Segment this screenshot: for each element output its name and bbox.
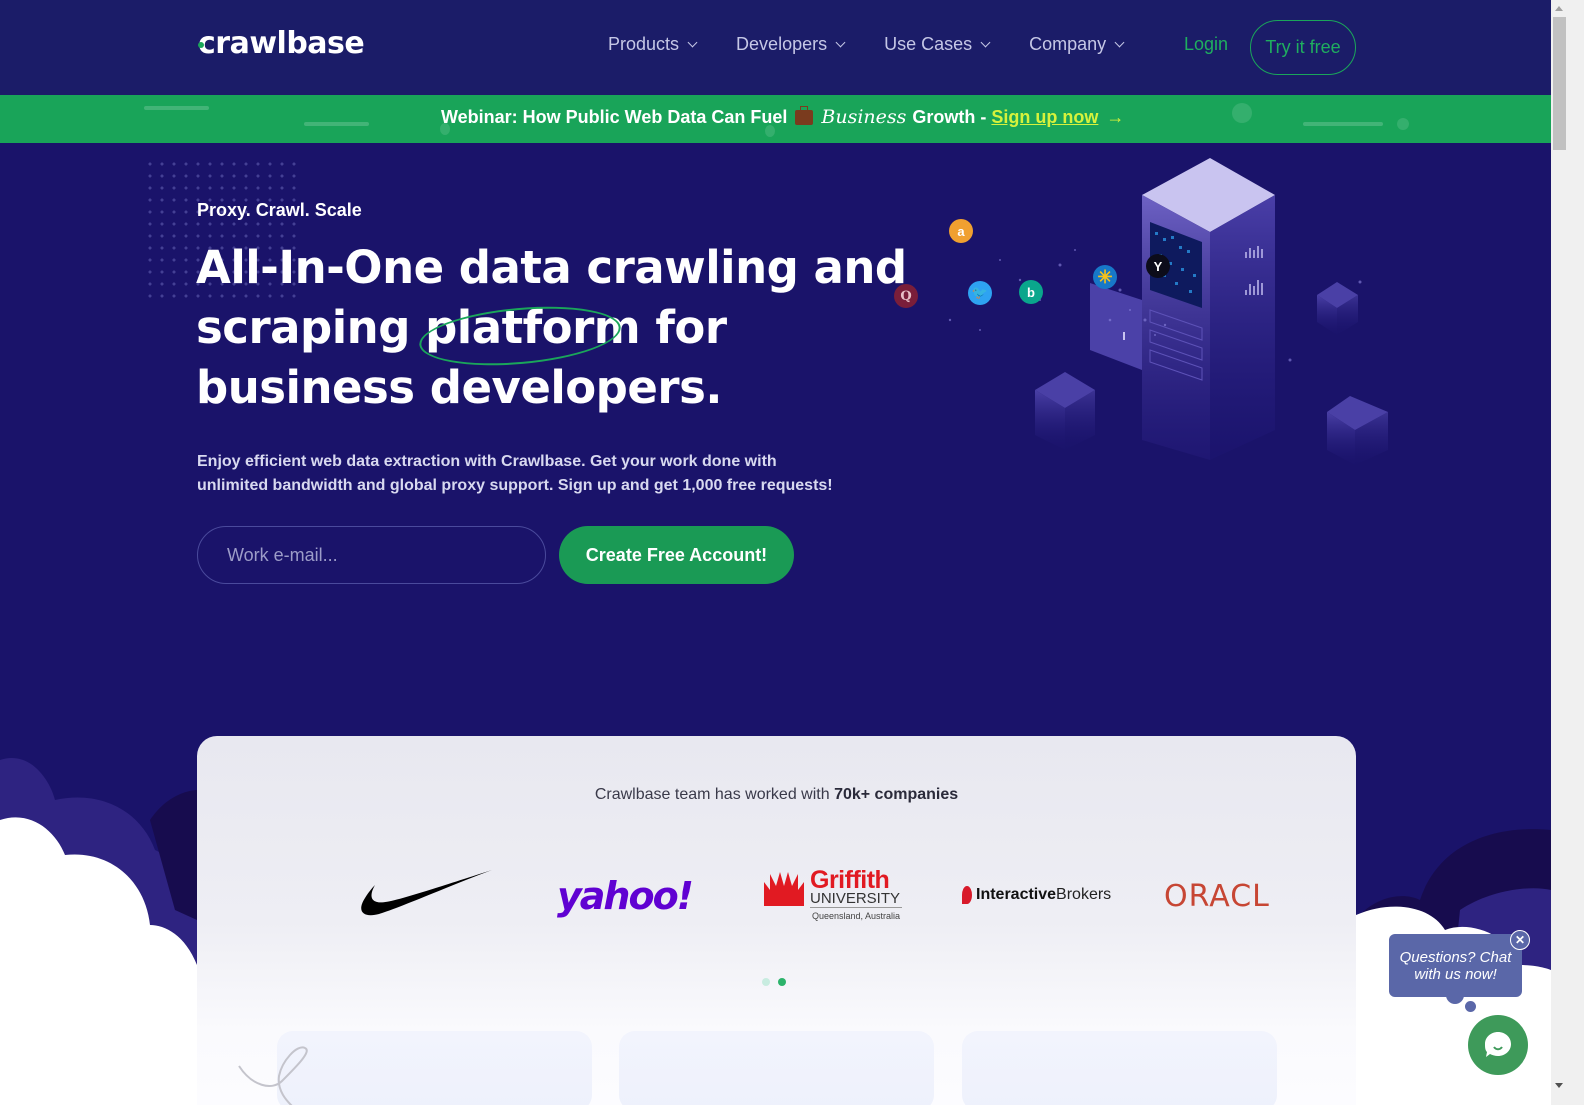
login-link[interactable]: Login	[1184, 34, 1228, 55]
create-free-account-button[interactable]: Create Free Account!	[559, 526, 794, 584]
squiggle-decoration	[238, 1046, 308, 1105]
hero-tagline: Proxy. Crawl. Scale	[197, 200, 362, 220]
hero-illustration: a Q 🐦 b ✳ Y	[880, 150, 1400, 470]
walmart-logo-icon: ✳	[1093, 265, 1117, 289]
quora-logo-icon: Q	[894, 284, 918, 308]
hero-headline: All-In-One data crawling and scraping pl…	[196, 241, 907, 414]
carousel-dot-1[interactable]	[762, 978, 770, 986]
banner-decoration	[304, 122, 369, 126]
feature-card	[277, 1031, 592, 1105]
chat-icon	[1485, 1032, 1511, 1057]
yahoo-logo: yahoo!	[557, 874, 694, 918]
scroll-up-icon[interactable]	[1555, 6, 1563, 11]
sign-up-now-link[interactable]: Sign up now	[991, 107, 1098, 128]
crawlbase-logo[interactable]: crawlbase	[198, 26, 365, 61]
scroll-down-icon[interactable]	[1555, 1083, 1563, 1088]
nav-company[interactable]: Company	[1029, 34, 1125, 55]
chat-bubble-tail	[1465, 1001, 1476, 1012]
banner-decoration	[1303, 122, 1383, 126]
ib-mark-icon	[962, 886, 972, 904]
chevron-down-icon	[980, 37, 991, 48]
nav-developers[interactable]: Developers	[736, 34, 846, 55]
feature-card	[962, 1031, 1277, 1105]
company-logos: yahoo! Griffith UNIVERSITY Queensland, A…	[197, 866, 1356, 936]
scroll-thumb[interactable]	[1553, 17, 1566, 150]
bing-logo-icon: b	[1019, 280, 1043, 304]
feature-card	[619, 1031, 934, 1105]
open-chat-button[interactable]	[1468, 1015, 1528, 1075]
chat-prompt-bubble[interactable]: Questions? Chat with us now!	[1389, 934, 1522, 997]
briefcase-icon	[795, 105, 814, 125]
try-it-free-button[interactable]: Try it free	[1250, 20, 1356, 75]
oracle-logo: ORACL	[1164, 879, 1270, 914]
close-icon[interactable]: ✕	[1510, 930, 1530, 950]
interactive-brokers-logo: Interactive Brokers	[962, 886, 1111, 904]
nav-use-cases[interactable]: Use Cases	[884, 34, 991, 55]
nike-logo	[361, 870, 492, 916]
carousel-dot-2[interactable]	[778, 978, 786, 986]
companies-section: Crawlbase team has worked with 70k+ comp…	[197, 736, 1356, 1105]
amazon-logo-icon: a	[949, 219, 973, 243]
chevron-down-icon	[687, 37, 698, 48]
page-scrollbar[interactable]	[1551, 0, 1568, 1105]
logo-dot-icon	[198, 42, 204, 48]
webinar-banner: Webinar: How Public Web Data Can Fuel Bu…	[0, 95, 1551, 143]
server-illustration	[948, 158, 1388, 465]
nav-products[interactable]: Products	[608, 34, 698, 55]
twitter-logo-icon: 🐦	[968, 281, 992, 305]
window-edge	[1568, 0, 1584, 1105]
griffith-crest-icon	[764, 872, 804, 906]
banner-decoration	[144, 106, 209, 110]
companies-title: Crawlbase team has worked with 70k+ comp…	[594, 786, 959, 803]
chevron-down-icon	[835, 37, 846, 48]
banner-decoration	[1397, 118, 1409, 130]
work-email-input[interactable]	[197, 526, 546, 584]
ycombinator-logo-icon: Y	[1146, 254, 1170, 278]
hero-description: Enjoy efficient web data extraction with…	[197, 453, 833, 494]
carousel-pagination	[762, 978, 786, 986]
main-nav: Products Developers Use Cases Company	[608, 34, 1163, 55]
chevron-down-icon	[1114, 37, 1125, 48]
site-header: crawlbase Products Developers Use Cases …	[0, 0, 1567, 95]
highlighted-word: platform	[425, 298, 641, 358]
banner-decoration	[1232, 103, 1252, 123]
arrow-right-icon[interactable]: →	[1106, 107, 1124, 128]
banner-message: Webinar: How Public Web Data Can Fuel Bu…	[441, 105, 1125, 128]
